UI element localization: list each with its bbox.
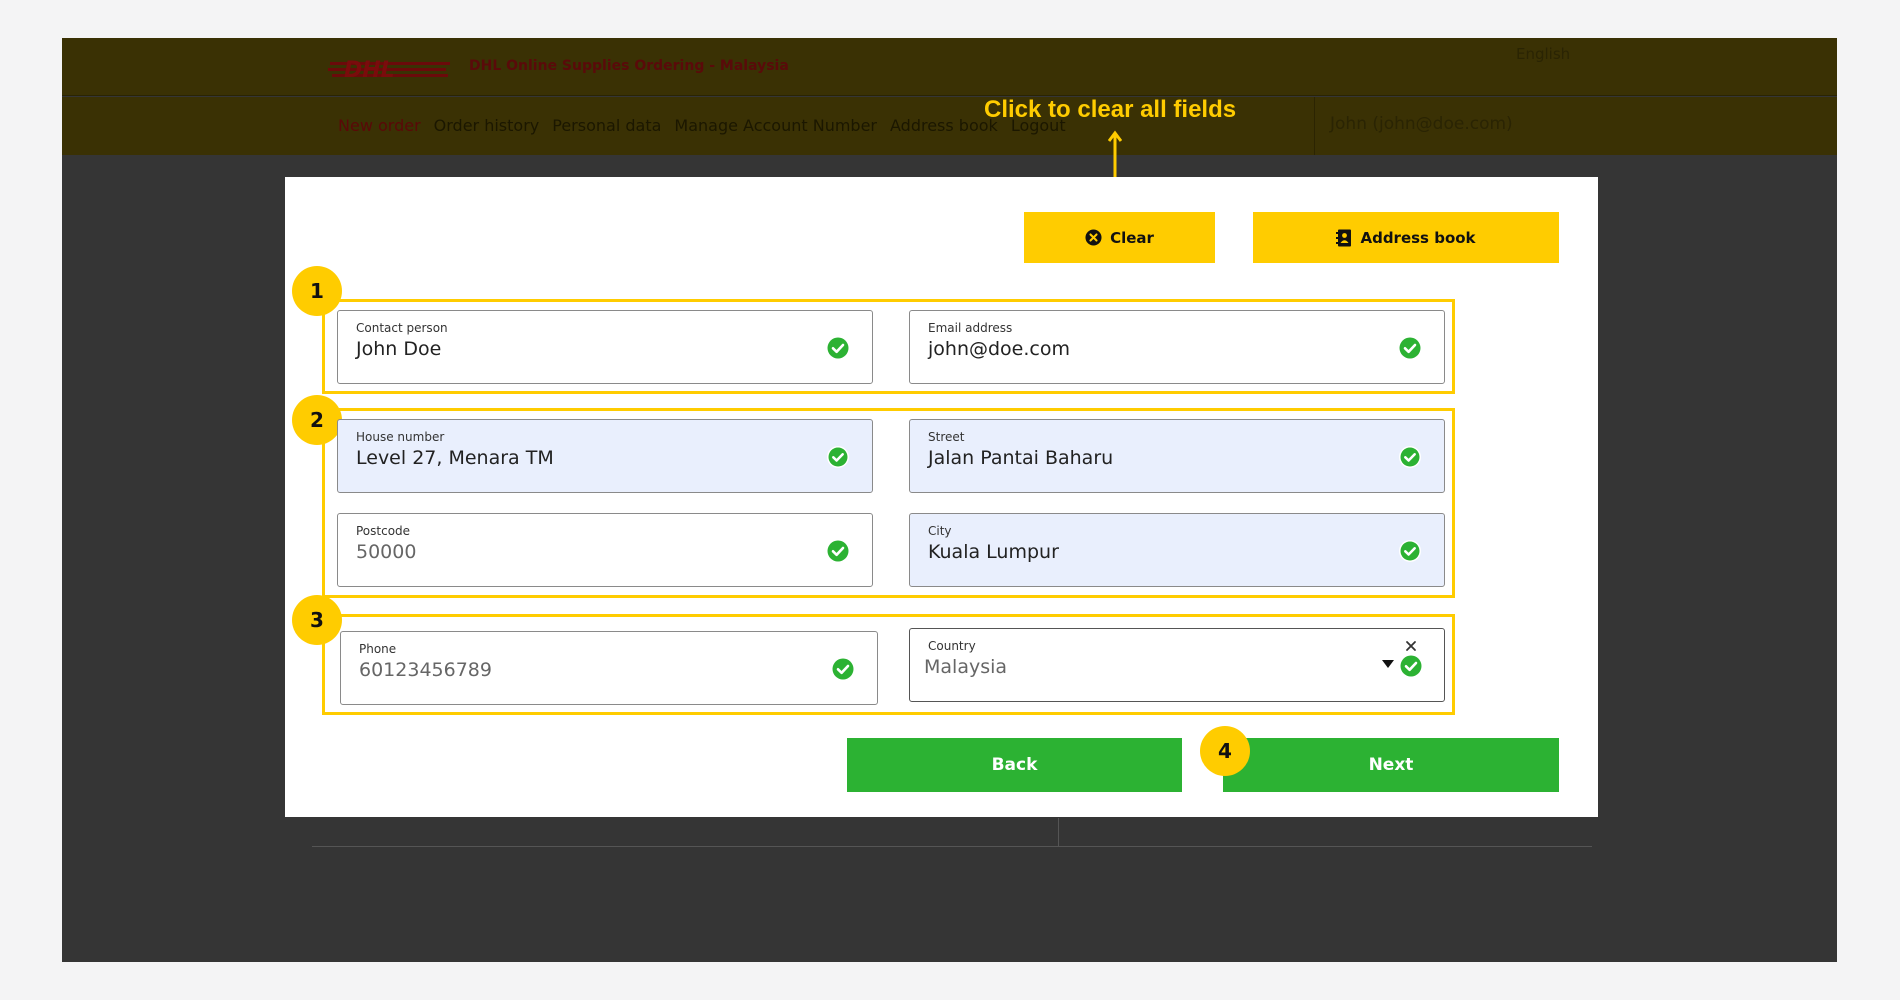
country-value: Malaysia [924, 656, 1008, 678]
check-circle-icon [1399, 446, 1421, 468]
address-book-button-label: Address book [1360, 228, 1476, 247]
annotation-callout: Click to clear all fields [984, 96, 1237, 123]
user-account[interactable]: John (john@doe.com) [1330, 114, 1513, 134]
city-label: City [928, 524, 952, 538]
phone-value: 60123456789 [359, 659, 492, 681]
nav-item-personal-data[interactable]: Personal data [552, 116, 661, 135]
email-field[interactable]: Email address john@doe.com [909, 310, 1445, 384]
language-selector[interactable]: English [1516, 45, 1570, 63]
contact-person-field[interactable]: Contact person John Doe [337, 310, 873, 384]
contact-person-label: Contact person [356, 321, 448, 335]
next-button-label: Next [1368, 755, 1414, 775]
email-label: Email address [928, 321, 1013, 335]
check-circle-icon [827, 540, 849, 562]
nav-item-manage-account-number[interactable]: Manage Account Number [674, 116, 877, 135]
country-select[interactable]: Country Malaysia [909, 628, 1445, 702]
house-number-label: House number [356, 430, 445, 444]
back-button-label: Back [991, 755, 1038, 775]
city-field[interactable]: City Kuala Lumpur [909, 513, 1445, 587]
check-circle-icon [832, 658, 854, 680]
contact-person-value: John Doe [356, 338, 442, 360]
house-number-value: Level 27, Menara TM [356, 447, 554, 469]
clear-selection-icon[interactable] [1405, 640, 1417, 652]
background-divider [312, 846, 1592, 847]
check-circle-icon [827, 446, 849, 468]
clear-button-label: Clear [1110, 228, 1154, 247]
postcode-label: Postcode [356, 524, 411, 538]
email-value: john@doe.com [928, 338, 1070, 360]
step-badge-4: 4 [1200, 726, 1250, 776]
postcode-value: 50000 [356, 541, 417, 563]
address-form-modal: Clear Address book 1 Contact person John… [285, 177, 1598, 817]
svg-text:DHL: DHL [344, 58, 395, 80]
country-label: Country [928, 639, 976, 653]
step-badge-3: 3 [292, 595, 342, 645]
street-label: Street [928, 430, 965, 444]
address-book-button[interactable]: Address book [1253, 212, 1559, 263]
postcode-field[interactable]: Postcode 50000 [337, 513, 873, 587]
phone-label: Phone [359, 642, 397, 656]
check-circle-icon [1399, 337, 1421, 359]
check-circle-icon [1400, 655, 1422, 677]
next-button[interactable]: Next [1223, 738, 1559, 792]
street-field[interactable]: Street Jalan Pantai Baharu [909, 419, 1445, 493]
step-badge-2: 2 [292, 395, 342, 445]
address-book-icon [1336, 229, 1352, 246]
check-circle-icon [827, 337, 849, 359]
nav-divider [1314, 97, 1315, 155]
chevron-down-icon[interactable] [1381, 659, 1395, 669]
clear-button[interactable]: Clear [1024, 212, 1215, 263]
nav-item-new-order[interactable]: New order [338, 116, 421, 135]
app-title: DHL Online Supplies Ordering - Malaysia [469, 58, 789, 74]
nav-item-order-history[interactable]: Order history [434, 116, 540, 135]
background-divider-vertical [1058, 818, 1059, 847]
back-button[interactable]: Back [847, 738, 1182, 792]
check-circle-icon [1399, 540, 1421, 562]
street-value: Jalan Pantai Baharu [928, 447, 1114, 469]
house-number-field[interactable]: House number Level 27, Menara TM [337, 419, 873, 493]
dhl-logo-icon: DHL [328, 58, 454, 80]
city-value: Kuala Lumpur [928, 541, 1059, 563]
step-badge-1: 1 [292, 266, 342, 316]
header-top-bar: DHL DHL Online Supplies Ordering - Malay… [62, 38, 1837, 96]
nav-item-address-book[interactable]: Address book [890, 116, 998, 135]
close-circle-icon [1085, 229, 1102, 246]
main-navigation: New order Order history Personal data Ma… [62, 97, 1837, 155]
phone-field[interactable]: Phone 60123456789 [340, 631, 878, 705]
